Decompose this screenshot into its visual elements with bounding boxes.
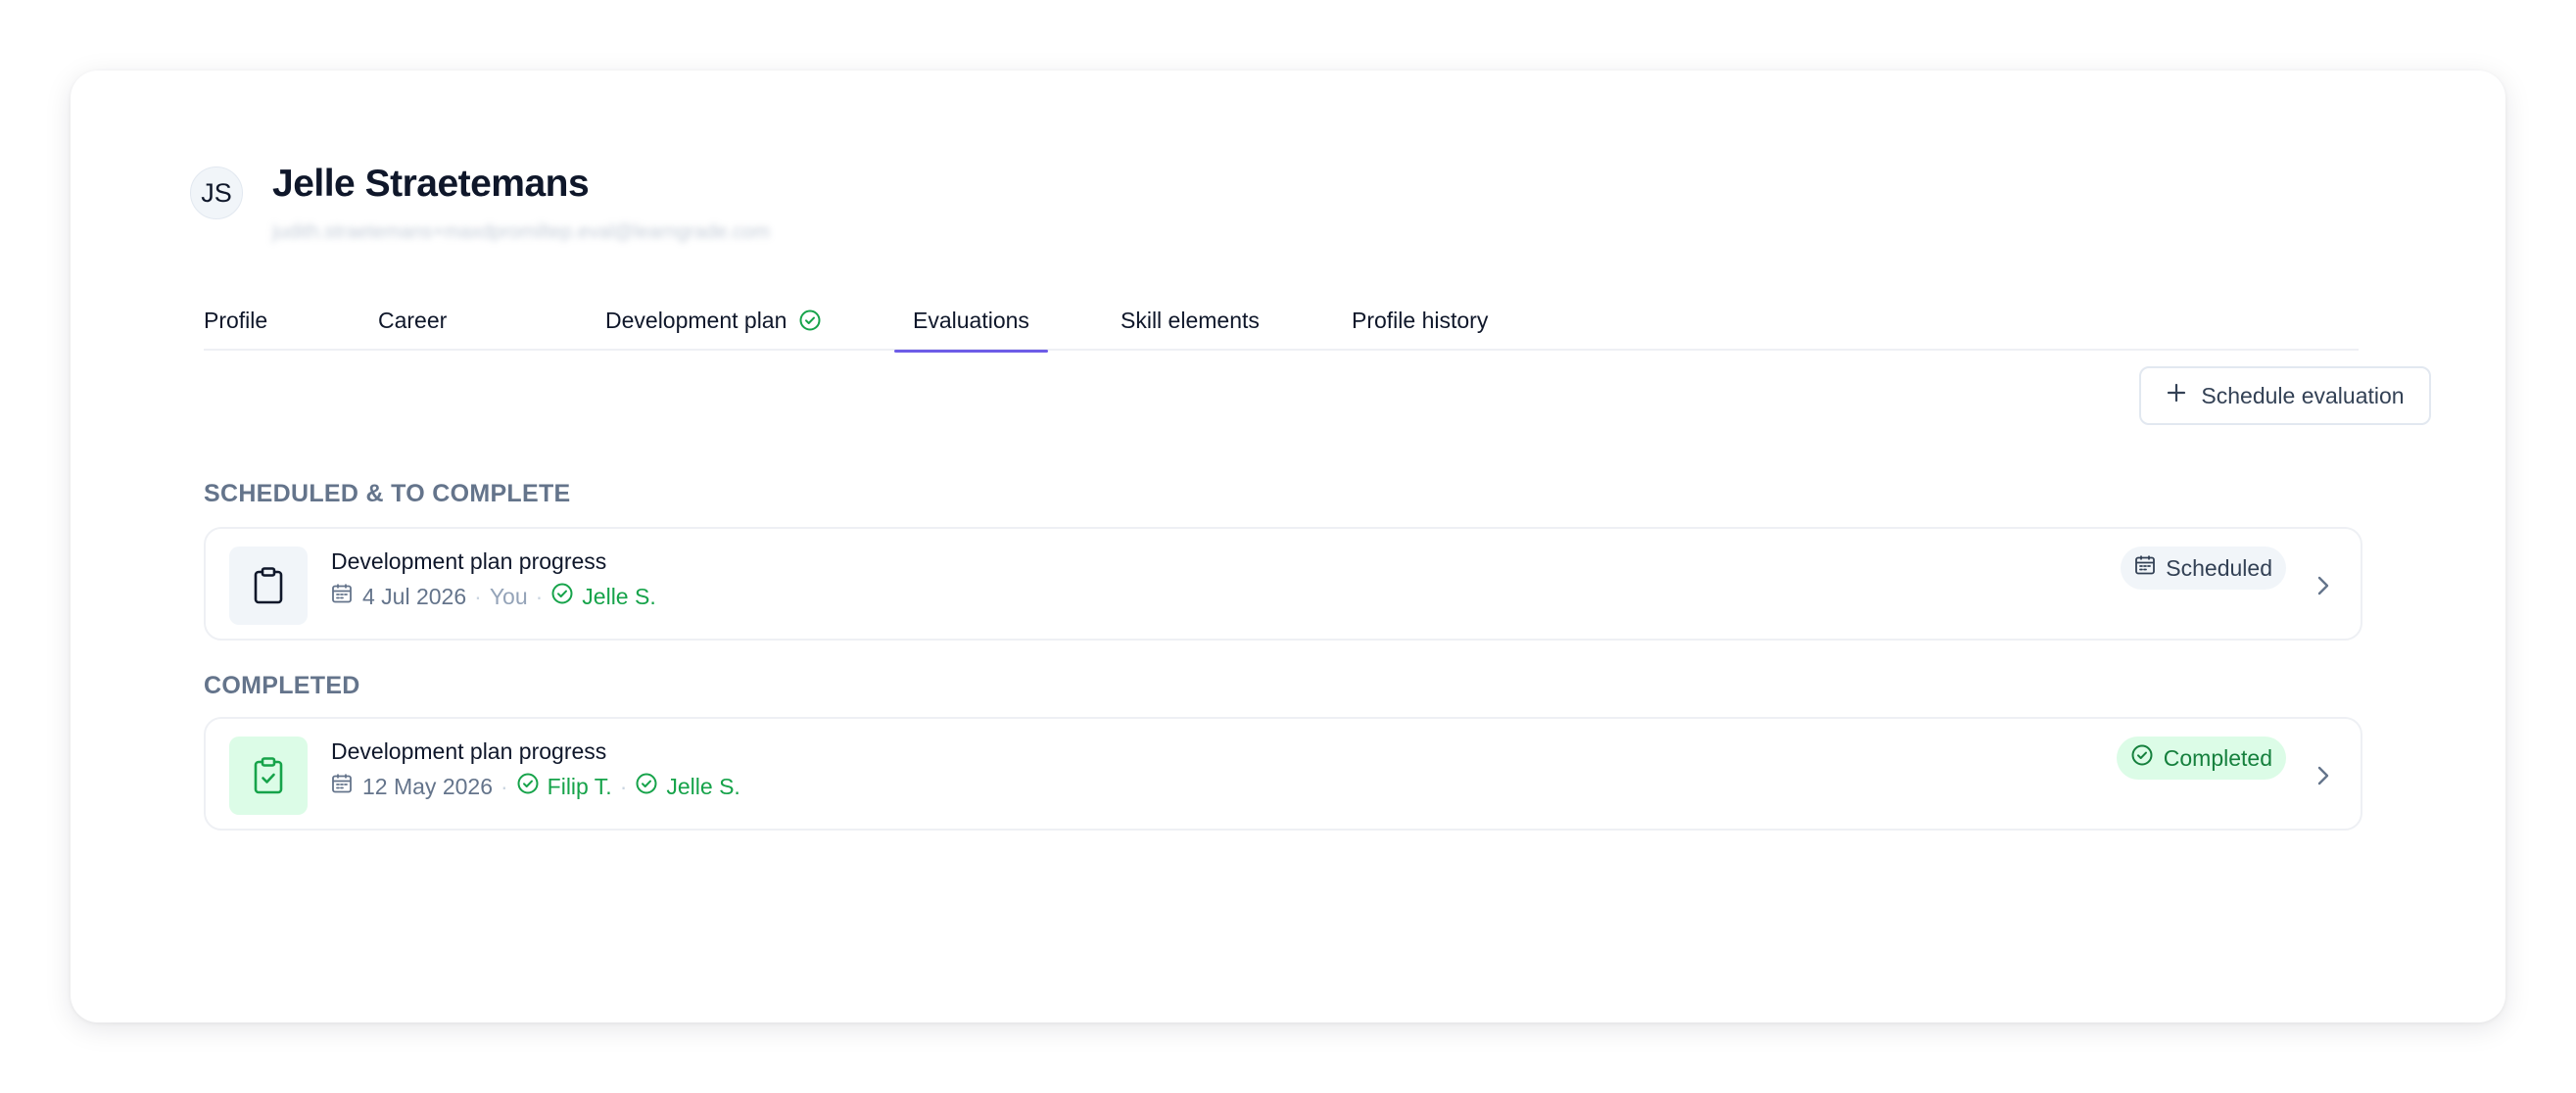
tab-profile-history[interactable]: Profile history (1352, 290, 1488, 351)
check-circle-icon (798, 309, 822, 332)
tab-label: Skill elements (1121, 307, 1260, 333)
avatar-initials: JS (201, 177, 232, 208)
clipboard-check-icon (229, 737, 308, 815)
section-title-completed: COMPLETED (204, 672, 360, 699)
profile-card: JS Jelle Straetemans judith.straetemans+… (71, 71, 2505, 1022)
status-label: Scheduled (2166, 554, 2272, 581)
avatar: JS (190, 166, 243, 219)
evaluation-row-scheduled[interactable]: Development plan progress 4 Jul 2026 · Y… (204, 527, 2362, 641)
chevron-right-icon[interactable] (2312, 566, 2335, 605)
status-badge: Completed (2116, 737, 2286, 780)
separator: · (474, 583, 482, 609)
evaluation-title: Development plan progress (331, 548, 607, 574)
clipboard-icon (229, 546, 308, 625)
tab-evaluations[interactable]: Evaluations (894, 290, 1048, 353)
status-label: Completed (2163, 744, 2272, 771)
tab-label: Profile history (1352, 307, 1489, 333)
separator: · (619, 773, 628, 799)
tab-label: Development plan (605, 307, 787, 333)
section-title-scheduled: SCHEDULED & TO COMPLETE (204, 480, 571, 507)
participant: Jelle S. (550, 582, 656, 611)
schedule-evaluation-label: Schedule evaluation (2201, 382, 2405, 408)
status-badge: Scheduled (2121, 546, 2286, 590)
plus-icon (2166, 382, 2187, 409)
evaluation-meta: 12 May 2026 · Filip T. · Jelle S. (331, 772, 740, 801)
calendar-icon (2134, 554, 2156, 582)
calendar-icon (331, 773, 353, 800)
participant-name: Jelle S. (582, 583, 656, 609)
tab-label: Profile (204, 307, 268, 333)
check-circle-icon (550, 582, 574, 611)
evaluation-title: Development plan progress (331, 738, 607, 764)
separator: · (535, 583, 544, 609)
tab-label: Career (378, 307, 448, 333)
user-name: Jelle Straetemans (272, 163, 590, 205)
tab-development-plan[interactable]: Development plan (605, 290, 822, 351)
tab-skill-elements[interactable]: Skill elements (1121, 290, 1260, 351)
tab-career[interactable]: Career (378, 290, 447, 351)
tab-label: Evaluations (913, 307, 1029, 333)
user-email: judith.straetemans+maxdpromiltep.eval@le… (272, 221, 770, 243)
evaluation-meta: 4 Jul 2026 · You · Jelle S. (331, 582, 656, 611)
evaluator: Filip T. (516, 772, 612, 801)
evaluator-name: You (489, 583, 528, 609)
check-circle-icon (2130, 743, 2154, 773)
separator: · (500, 773, 508, 799)
evaluation-date: 4 Jul 2026 (362, 583, 467, 609)
participant-name: Jelle S. (666, 773, 740, 799)
chevron-right-icon[interactable] (2312, 756, 2335, 795)
tab-profile[interactable]: Profile (204, 290, 267, 351)
tab-bar: Profile Career Development plan Evaluati… (204, 290, 2359, 353)
schedule-evaluation-button[interactable]: Schedule evaluation (2139, 366, 2431, 425)
check-circle-icon (635, 772, 658, 801)
evaluation-row-completed[interactable]: Development plan progress 12 May 2026 · (204, 717, 2362, 831)
calendar-icon (331, 583, 353, 610)
check-circle-icon (516, 772, 540, 801)
evaluator-name: Filip T. (547, 773, 612, 799)
evaluation-date: 12 May 2026 (362, 773, 493, 799)
participant: Jelle S. (635, 772, 740, 801)
